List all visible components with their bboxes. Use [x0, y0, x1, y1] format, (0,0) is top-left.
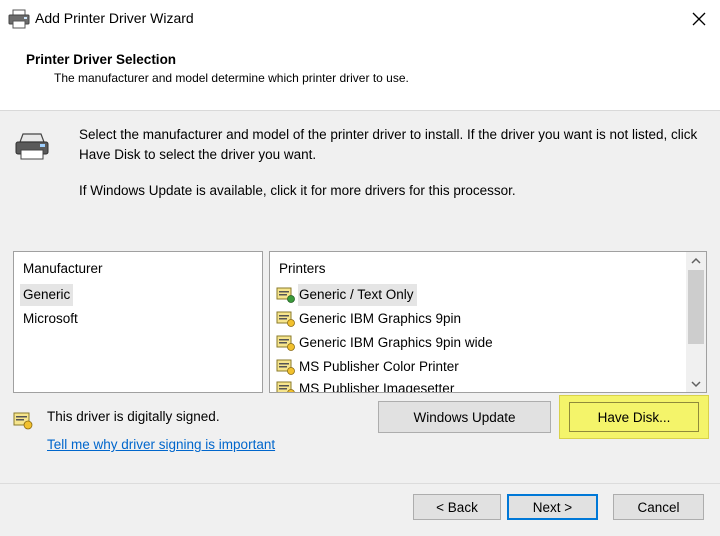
page-subtitle: The manufacturer and model determine whi…: [54, 71, 409, 85]
scroll-up-button[interactable]: [686, 252, 706, 269]
printer-icon: [8, 9, 30, 29]
manufacturer-list-header: Manufacturer: [23, 261, 103, 276]
printers-list[interactable]: Printers Generic / Text Only Generic IBM…: [269, 251, 707, 393]
printer-label: Generic IBM Graphics 9pin wide: [299, 335, 493, 350]
signed-driver-icon: [276, 381, 295, 392]
scroll-thumb[interactable]: [688, 270, 704, 344]
printers-list-header: Printers: [279, 261, 326, 276]
list-item-microsoft[interactable]: Microsoft: [20, 308, 81, 330]
have-disk-button[interactable]: Have Disk...: [569, 402, 699, 432]
chevron-down-icon: [691, 380, 701, 387]
page-title: Printer Driver Selection: [26, 52, 177, 67]
back-button[interactable]: < Back: [413, 494, 501, 520]
list-item-generic-text-only[interactable]: Generic / Text Only: [276, 284, 417, 306]
driver-signing-link[interactable]: Tell me why driver signing is important: [47, 437, 275, 452]
signed-driver-icon: [276, 287, 295, 303]
close-button[interactable]: [686, 6, 712, 32]
wizard-body: Select the manufacturer and model of the…: [0, 111, 720, 483]
list-item-generic-ibm-9pin-wide[interactable]: Generic IBM Graphics 9pin wide: [276, 332, 496, 354]
scroll-down-button[interactable]: [686, 375, 706, 392]
printer-label: MS Publisher Color Printer: [299, 359, 459, 374]
list-item-generic-ibm-9pin[interactable]: Generic IBM Graphics 9pin: [276, 308, 464, 330]
instruction-text: Select the manufacturer and model of the…: [79, 127, 698, 162]
windows-update-hint: If Windows Update is available, click it…: [79, 183, 516, 198]
printers-scrollbar[interactable]: [686, 252, 706, 392]
wizard-header: Printer Driver Selection The manufacture…: [0, 38, 720, 111]
window-title: Add Printer Driver Wizard: [35, 10, 194, 26]
printer-label: Generic IBM Graphics 9pin: [299, 311, 462, 326]
list-item-generic[interactable]: Generic: [20, 284, 74, 306]
close-icon: [692, 12, 706, 26]
signed-driver-icon: [276, 335, 295, 351]
cancel-button[interactable]: Cancel: [613, 494, 704, 520]
signed-driver-icon: [276, 311, 295, 327]
printer-icon: [15, 133, 49, 160]
list-item-ms-publisher-color[interactable]: MS Publisher Color Printer: [276, 356, 462, 378]
chevron-up-icon: [691, 257, 701, 264]
title-bar: Add Printer Driver Wizard: [0, 0, 720, 38]
next-button[interactable]: Next >: [507, 494, 598, 520]
manufacturer-list[interactable]: Manufacturer Generic Microsoft: [13, 251, 263, 393]
driver-signed-status: This driver is digitally signed.: [47, 409, 220, 424]
printer-label: Generic / Text Only: [298, 284, 417, 306]
windows-update-button[interactable]: Windows Update: [378, 401, 551, 433]
signed-driver-icon: [276, 359, 295, 375]
wizard-footer: < Back Next > Cancel: [0, 484, 720, 536]
have-disk-highlight: Have Disk...: [559, 395, 709, 439]
printer-label: MS Publisher Imagesetter: [299, 381, 455, 393]
list-item-ms-publisher-imagesetter[interactable]: MS Publisher Imagesetter: [276, 378, 457, 393]
signed-driver-icon: [13, 412, 33, 430]
